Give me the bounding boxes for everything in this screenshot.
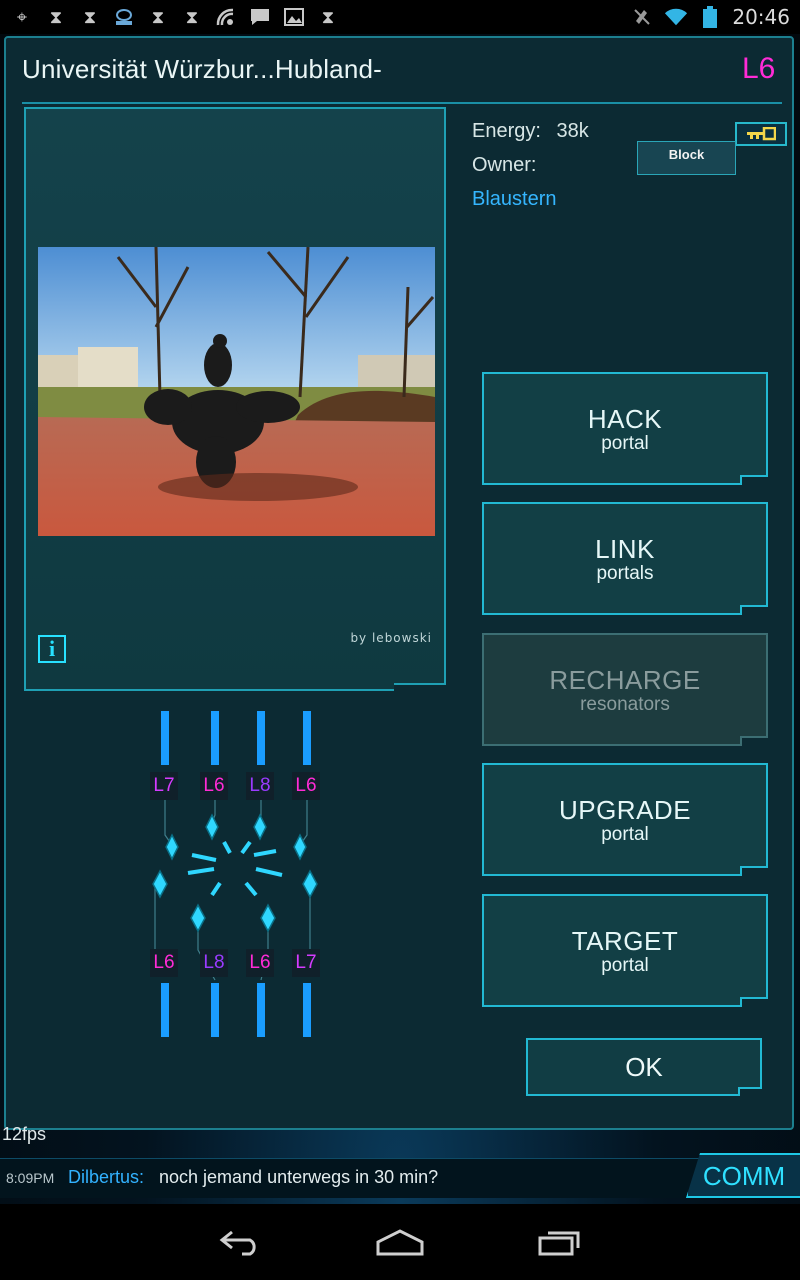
- clock: 20:46: [732, 5, 790, 29]
- resonator-bars: [161, 711, 311, 1037]
- button-notch: [740, 605, 768, 615]
- resonator-links: [154, 800, 311, 981]
- resonator-level-top-2: L6: [200, 772, 228, 800]
- target-button[interactable]: TARGET portal: [482, 894, 768, 1007]
- ingress-icon: [112, 5, 136, 29]
- target-label: TARGET: [571, 926, 679, 956]
- owner-label: Owner:: [472, 154, 537, 176]
- recharge-label: RECHARGE: [549, 665, 701, 695]
- hourglass-icon: ⧗: [83, 6, 97, 28]
- portal-title: Universität Würzbur...Hubland-: [22, 54, 383, 84]
- owner-name[interactable]: Blaustern: [472, 184, 589, 218]
- chat-message: noch jemand unterwegs in 30 min?: [159, 1167, 439, 1187]
- hack-button[interactable]: HACK portal: [482, 372, 768, 485]
- hourglass-icon: ⧗: [321, 6, 335, 28]
- chat-time: 8:09PM: [6, 1170, 55, 1186]
- upgrade-sublabel: portal: [601, 824, 649, 845]
- photo-credit: by lebowski: [350, 631, 432, 645]
- button-notch: [738, 1087, 762, 1096]
- navigation-bar: [0, 1204, 800, 1280]
- portal-info: Energy: 38k Owner: Blaustern: [472, 116, 589, 218]
- comm-button[interactable]: COMM: [686, 1153, 800, 1198]
- wifi-icon: [664, 5, 688, 29]
- hack-sublabel: portal: [601, 433, 649, 454]
- fps-counter: 12fps: [2, 1124, 47, 1144]
- button-notch: [740, 997, 768, 1007]
- chat-icon: [248, 5, 272, 29]
- status-bar: ⌖ ⧗ ⧗ ⧗ ⧗ ⧗ 20:46: [0, 0, 800, 34]
- resonator-level-top-1: L7: [150, 772, 178, 800]
- info-button[interactable]: i: [38, 635, 66, 663]
- upgrade-label: UPGRADE: [558, 795, 692, 825]
- link-sublabel: portals: [596, 563, 654, 584]
- panel-corner-accent: [394, 683, 446, 697]
- back-button[interactable]: [210, 1222, 270, 1262]
- block-button[interactable]: Block: [637, 141, 736, 175]
- vibrate-off-icon: [630, 5, 654, 29]
- hourglass-icon: ⧗: [151, 6, 165, 28]
- recharge-sublabel: resonators: [580, 694, 670, 715]
- chat-user[interactable]: Dilbertus:: [68, 1167, 144, 1188]
- home-button[interactable]: [370, 1222, 430, 1262]
- recent-apps-button[interactable]: [530, 1222, 590, 1262]
- key-icon[interactable]: [735, 122, 787, 146]
- notification-icons: ⌖ ⧗ ⧗ ⧗ ⧗ ⧗: [10, 5, 340, 29]
- resonator-diagram: [152, 711, 318, 1037]
- resonator-level-bottom-1: L6: [150, 949, 178, 977]
- recharge-button[interactable]: RECHARGE resonators: [482, 633, 768, 746]
- resonator-level-bottom-3: L6: [246, 949, 274, 977]
- home-icon: [376, 1229, 424, 1256]
- energy-value: 38k: [556, 120, 589, 142]
- hourglass-icon: ⧗: [185, 6, 199, 28]
- signal-icon: [214, 5, 238, 29]
- recent-apps-icon: [538, 1231, 580, 1256]
- button-notch: [740, 475, 768, 485]
- ok-button[interactable]: OK: [526, 1038, 762, 1096]
- battery-icon: [698, 5, 722, 29]
- ok-label: OK: [625, 1052, 663, 1082]
- link-button[interactable]: LINK portals: [482, 502, 768, 615]
- system-indicators: 20:46: [630, 5, 790, 29]
- resonator-level-bottom-2: L8: [200, 949, 228, 977]
- energy-row: Energy: 38k: [472, 116, 589, 150]
- resonator-level-top-4: L6: [292, 772, 320, 800]
- portal-photo[interactable]: [38, 247, 435, 536]
- button-notch: [740, 866, 768, 876]
- button-notch: [740, 736, 768, 746]
- resonator-level-bottom-4: L7: [292, 949, 320, 977]
- target-sublabel: portal: [601, 955, 649, 976]
- gps-icon: ⌖: [16, 6, 28, 28]
- upgrade-button[interactable]: UPGRADE portal: [482, 763, 768, 876]
- back-icon: [219, 1230, 256, 1256]
- hourglass-icon: ⧗: [49, 6, 63, 28]
- title-divider: [22, 102, 782, 104]
- energy-label: Energy:: [472, 120, 541, 142]
- portal-level: L6: [742, 52, 776, 85]
- hack-label: HACK: [587, 404, 663, 434]
- resonator-level-top-3: L8: [246, 772, 274, 800]
- resonator-crystals: [152, 813, 318, 933]
- image-icon: [282, 5, 306, 29]
- comm-chat-bar[interactable]: 8:09PM Dilbertus: noch jemand unterwegs …: [0, 1158, 800, 1198]
- link-label: LINK: [595, 534, 655, 564]
- portal-core-icon: [187, 840, 283, 897]
- portal-photo-panel: i by lebowski: [24, 107, 446, 697]
